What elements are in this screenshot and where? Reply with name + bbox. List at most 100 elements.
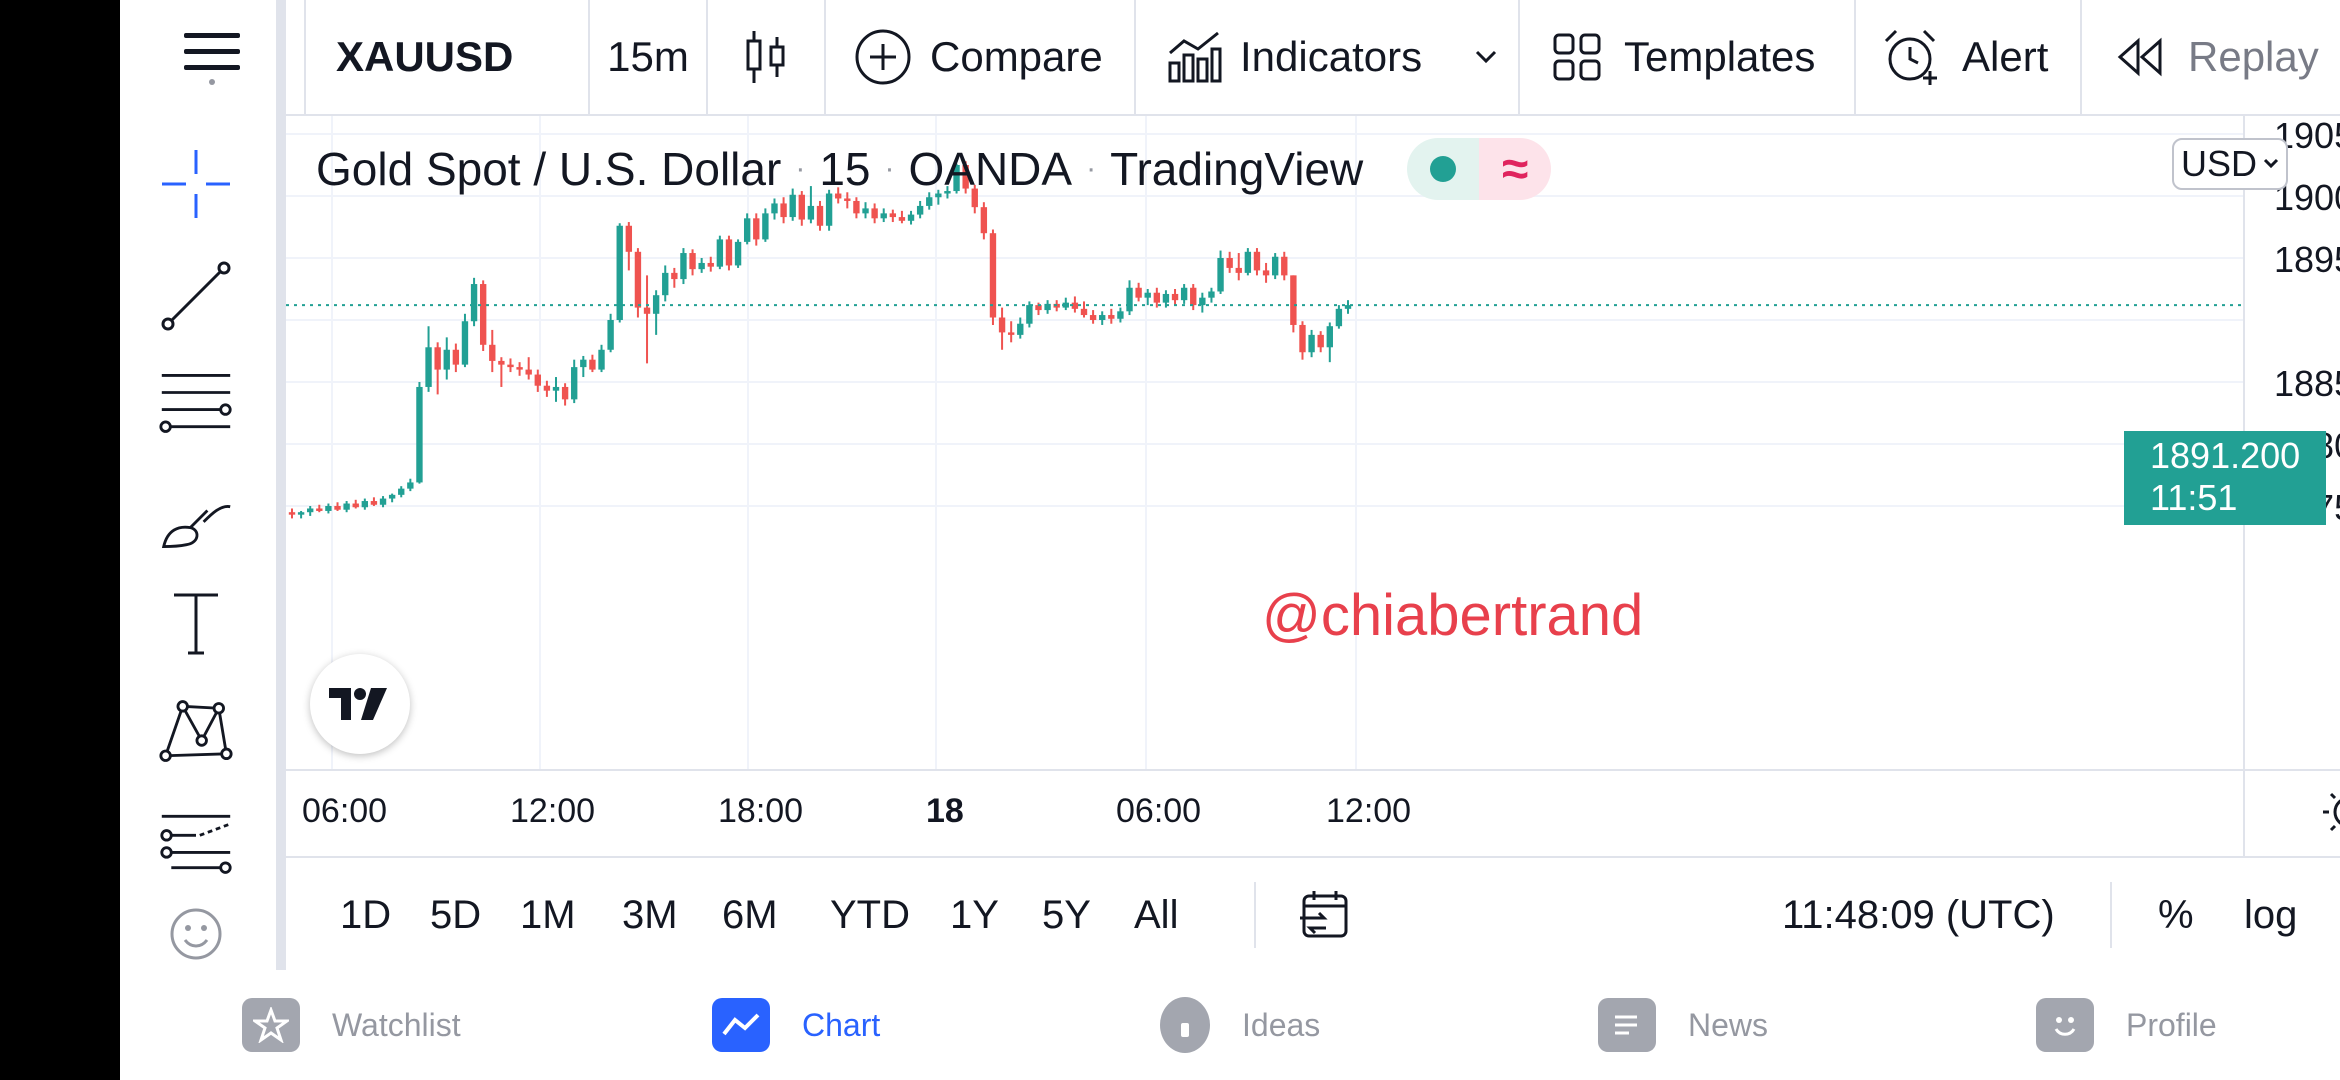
bar-countdown: 11:51 <box>2150 477 2238 518</box>
percent-toggle[interactable]: % <box>2158 858 2194 972</box>
compare-button[interactable]: Compare <box>826 0 1136 114</box>
candle-body <box>534 374 541 386</box>
nav-news[interactable]: News <box>1598 970 1768 1080</box>
candle-body <box>543 385 551 391</box>
range-3m[interactable]: 3M <box>622 858 678 972</box>
utc-clock[interactable]: 11:48:09 (UTC) <box>1782 858 2055 972</box>
nav-chart[interactable]: Chart <box>712 970 880 1080</box>
nav-profile[interactable]: Profile <box>2036 970 2217 1080</box>
market-status-pill[interactable]: ≈ <box>1407 138 1552 200</box>
candle-body <box>288 512 296 515</box>
drawing-toolbar <box>120 114 276 970</box>
range-6m[interactable]: 6M <box>722 858 778 972</box>
price-tick-label: 1895.000 <box>2274 239 2340 280</box>
watermark-text: @chiabertrand <box>1262 583 1644 648</box>
symbol-search-button[interactable]: XAUUSD <box>306 0 590 114</box>
time-tick-label: 18:00 <box>718 792 803 830</box>
brush-tool[interactable] <box>158 482 234 558</box>
candle-body <box>407 482 414 489</box>
range-all[interactable]: All <box>1134 858 1178 972</box>
pattern-tool[interactable] <box>158 694 234 770</box>
chart-line-icon <box>712 998 770 1052</box>
calendar-goto-icon <box>1300 891 1348 938</box>
price-chart[interactable]: 1905.0001900.0001895.0001885.0001880.000… <box>286 116 2340 856</box>
crosshair-tool[interactable] <box>158 146 234 222</box>
goto-date-button[interactable] <box>1298 858 1352 972</box>
candle-body <box>1290 275 1297 325</box>
range-ytd[interactable]: YTD <box>830 858 910 972</box>
currency-button[interactable]: USD <box>2172 138 2288 190</box>
green-dot-icon <box>1430 156 1457 182</box>
emoji-tool[interactable] <box>158 904 234 964</box>
nav-watchlist[interactable]: Watchlist <box>242 970 461 1080</box>
candle-body <box>361 501 369 508</box>
candle-body <box>607 320 614 350</box>
star-icon <box>242 998 300 1052</box>
text-tool[interactable] <box>158 586 234 662</box>
candle-body <box>443 349 450 370</box>
candle-body <box>698 262 705 270</box>
range-divider <box>2110 882 2112 948</box>
crosshair-icon <box>162 150 230 218</box>
candle-body <box>425 347 432 387</box>
candle-body <box>716 239 724 267</box>
tradingview-logo[interactable] <box>310 654 410 754</box>
smiley-icon <box>170 908 222 960</box>
legend-separator: · <box>1086 152 1097 185</box>
alert-button[interactable]: Alert <box>1856 0 2082 114</box>
interval-button[interactable]: 15m <box>590 0 708 114</box>
templates-button[interactable]: Templates <box>1520 0 1856 114</box>
chevron-down-icon[interactable] <box>1474 49 1498 65</box>
candle-body <box>1217 258 1224 292</box>
candle-body <box>334 506 341 510</box>
last-price-label: 1891.200 11:51 <box>2124 431 2326 525</box>
range-5d[interactable]: 5D <box>430 858 481 972</box>
range-5y[interactable]: 5Y <box>1042 858 1091 972</box>
interval-label: 15m <box>607 33 689 80</box>
candle-body <box>516 367 523 370</box>
range-1y[interactable]: 1Y <box>950 858 999 972</box>
candle-body <box>634 251 642 308</box>
candle-body <box>388 494 396 499</box>
horizontal-lines-icon <box>159 373 232 433</box>
candle-body <box>1317 334 1324 348</box>
candle-body <box>616 225 623 320</box>
candle-body <box>816 205 824 226</box>
candle-body <box>452 349 460 365</box>
candle-body <box>1308 334 1315 353</box>
forecast-tool[interactable] <box>158 804 234 880</box>
candle-body <box>1026 305 1033 324</box>
indicators-button[interactable]: Indicators <box>1136 0 1520 114</box>
range-1d[interactable]: 1D <box>340 858 391 972</box>
top-toolbar: XAUUSD 15m Compare Indicators Templates … <box>120 0 2340 116</box>
candle-body <box>662 272 669 296</box>
chart-type-button[interactable] <box>708 0 826 114</box>
candle-body <box>598 349 605 370</box>
candle-body <box>1080 308 1088 316</box>
range-1m[interactable]: 1M <box>520 858 576 972</box>
candle-body <box>1153 292 1161 303</box>
candle-body <box>762 213 769 240</box>
legend-separator: · <box>795 152 806 185</box>
trend-line-tool[interactable] <box>158 258 234 334</box>
candle-body <box>689 253 696 270</box>
candle-body <box>862 208 869 214</box>
log-toggle[interactable]: log <box>2244 858 2297 972</box>
hamburger-menu-icon <box>184 33 240 85</box>
fib-tool[interactable] <box>158 364 234 440</box>
candle-body <box>998 317 1006 333</box>
chart-legend[interactable]: Gold Spot / U.S. Dollar · 15 · OANDA · T… <box>316 138 1552 200</box>
replay-button[interactable]: Replay <box>2082 0 2340 114</box>
candle-body <box>316 508 323 511</box>
last-price-value: 1891.200 <box>2150 435 2301 476</box>
candle-body <box>1108 315 1115 319</box>
legend-platform: TradingView <box>1110 143 1364 195</box>
candle-body <box>625 225 633 252</box>
app-window: XAUUSD 15m Compare Indicators Templates … <box>120 0 2340 1080</box>
nav-ideas[interactable]: Ideas <box>1160 970 1320 1080</box>
candle-body <box>307 508 314 513</box>
candle-body <box>734 241 742 266</box>
candle-body <box>416 386 423 483</box>
candle-body <box>889 213 897 218</box>
time-tick-label: 12:00 <box>1326 792 1411 830</box>
